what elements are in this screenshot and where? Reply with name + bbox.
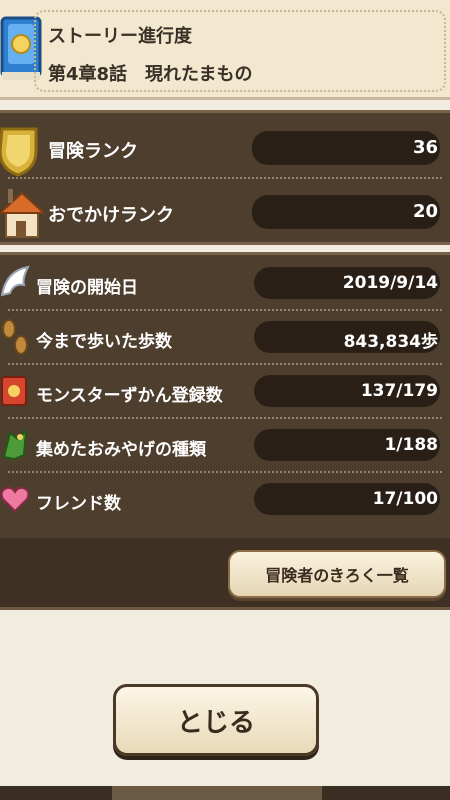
- start-date-label: 冒険の開始日: [36, 278, 138, 298]
- stats-panel: 冒険の開始日 2019/9/14 今まで歩いた歩数 843,834歩 モンスター…: [0, 252, 450, 538]
- outing-rank-value: 20: [412, 201, 438, 222]
- stat-row-friends: フレンド数 17/100: [0, 475, 450, 523]
- adventure-rank-pill: [252, 131, 440, 165]
- bottom-strip: [0, 786, 450, 800]
- story-progress-section: ストーリー進行度 第4章8話 現れたまもの: [0, 0, 450, 100]
- wing-icon: [0, 265, 30, 297]
- steps-value: 843,834歩: [343, 332, 438, 352]
- monster-book-value: 137/179: [360, 381, 438, 401]
- divider: [8, 309, 442, 311]
- divider: [8, 417, 442, 419]
- bottom-strip-tab: [112, 786, 322, 800]
- outing-rank-label: おでかけランク: [48, 205, 174, 226]
- monster-book-label: モンスターずかん登録数: [36, 386, 223, 406]
- footprints-icon: [2, 319, 28, 355]
- souvenirs-label: 集めたおみやげの種類: [36, 440, 206, 460]
- adventure-log-button-label: 冒険者のきろく一覧: [265, 566, 409, 585]
- friend-heart-icon: [0, 486, 30, 513]
- story-chapter: 第4章8話 現れたまもの: [48, 64, 253, 85]
- adventure-rank-value: 36: [412, 137, 438, 158]
- rank-panel: 冒険ランク 36 おでかけランク 20: [0, 110, 450, 245]
- adventure-rank-label: 冒険ランク: [48, 141, 138, 162]
- divider: [8, 177, 442, 179]
- steps-label: 今まで歩いた歩数: [36, 332, 172, 352]
- friends-value: 17/100: [372, 489, 438, 509]
- house-icon: [0, 189, 44, 238]
- souvenir-map-icon: [2, 428, 28, 461]
- divider: [8, 471, 442, 473]
- friends-label: フレンド数: [36, 494, 121, 514]
- shield-icon: [0, 127, 38, 177]
- stat-row-start-date: 冒険の開始日 2019/9/14: [0, 259, 450, 307]
- stat-row-monster-book: モンスターずかん登録数 137/179: [0, 367, 450, 415]
- close-button-label: とじる: [176, 707, 255, 738]
- rank-row-outing: おでかけランク 20: [0, 185, 450, 241]
- outing-rank-pill: [252, 195, 440, 229]
- monster-book-icon: [1, 376, 27, 406]
- divider: [8, 363, 442, 365]
- souvenirs-value: 1/188: [384, 435, 438, 455]
- stat-row-steps: 今まで歩いた歩数 843,834歩: [0, 313, 450, 361]
- start-date-value: 2019/9/14: [342, 273, 438, 293]
- adventure-log-button[interactable]: 冒険者のきろく一覧: [228, 550, 446, 598]
- close-button[interactable]: とじる: [113, 684, 319, 756]
- story-title: ストーリー進行度: [48, 26, 192, 47]
- rank-row-adventure: 冒険ランク 36: [0, 121, 450, 177]
- stat-row-souvenirs: 集めたおみやげの種類 1/188: [0, 421, 450, 469]
